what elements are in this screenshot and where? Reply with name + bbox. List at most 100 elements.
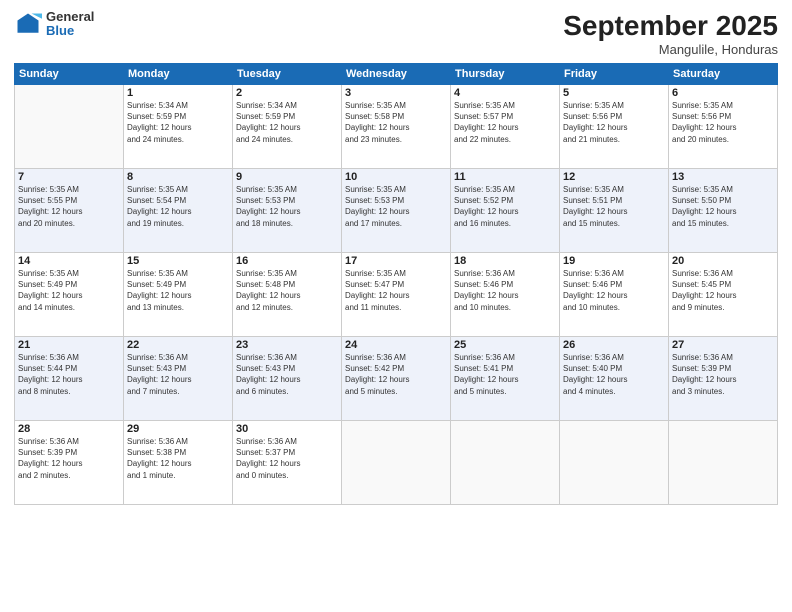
header: General Blue September 2025 Mangulile, H… (14, 10, 778, 57)
logo-text: General Blue (46, 10, 94, 39)
day-info: Sunrise: 5:35 AM Sunset: 5:52 PM Dayligh… (454, 184, 556, 229)
day-number: 5 (563, 87, 665, 99)
table-cell: 11Sunrise: 5:35 AM Sunset: 5:52 PM Dayli… (451, 169, 560, 253)
day-number: 9 (236, 171, 338, 183)
day-number: 24 (345, 339, 447, 351)
col-tuesday: Tuesday (233, 64, 342, 85)
day-number: 26 (563, 339, 665, 351)
day-number: 21 (18, 339, 120, 351)
calendar-row: 14Sunrise: 5:35 AM Sunset: 5:49 PM Dayli… (15, 253, 778, 337)
col-saturday: Saturday (669, 64, 778, 85)
table-cell (669, 421, 778, 505)
day-info: Sunrise: 5:36 AM Sunset: 5:39 PM Dayligh… (672, 352, 774, 397)
day-info: Sunrise: 5:35 AM Sunset: 5:55 PM Dayligh… (18, 184, 120, 229)
day-number: 11 (454, 171, 556, 183)
day-info: Sunrise: 5:36 AM Sunset: 5:37 PM Dayligh… (236, 436, 338, 481)
logo-general: General (46, 10, 94, 24)
calendar-header-row: Sunday Monday Tuesday Wednesday Thursday… (15, 64, 778, 85)
table-cell: 17Sunrise: 5:35 AM Sunset: 5:47 PM Dayli… (342, 253, 451, 337)
day-number: 12 (563, 171, 665, 183)
col-wednesday: Wednesday (342, 64, 451, 85)
table-cell: 25Sunrise: 5:36 AM Sunset: 5:41 PM Dayli… (451, 337, 560, 421)
table-cell: 23Sunrise: 5:36 AM Sunset: 5:43 PM Dayli… (233, 337, 342, 421)
day-number: 15 (127, 255, 229, 267)
day-info: Sunrise: 5:36 AM Sunset: 5:38 PM Dayligh… (127, 436, 229, 481)
table-cell: 27Sunrise: 5:36 AM Sunset: 5:39 PM Dayli… (669, 337, 778, 421)
calendar-row: 28Sunrise: 5:36 AM Sunset: 5:39 PM Dayli… (15, 421, 778, 505)
day-number: 17 (345, 255, 447, 267)
col-friday: Friday (560, 64, 669, 85)
day-number: 14 (18, 255, 120, 267)
day-info: Sunrise: 5:35 AM Sunset: 5:54 PM Dayligh… (127, 184, 229, 229)
day-number: 10 (345, 171, 447, 183)
day-info: Sunrise: 5:36 AM Sunset: 5:43 PM Dayligh… (236, 352, 338, 397)
table-cell: 13Sunrise: 5:35 AM Sunset: 5:50 PM Dayli… (669, 169, 778, 253)
day-info: Sunrise: 5:35 AM Sunset: 5:53 PM Dayligh… (345, 184, 447, 229)
day-number: 22 (127, 339, 229, 351)
day-number: 30 (236, 423, 338, 435)
table-cell: 6Sunrise: 5:35 AM Sunset: 5:56 PM Daylig… (669, 85, 778, 169)
table-cell: 9Sunrise: 5:35 AM Sunset: 5:53 PM Daylig… (233, 169, 342, 253)
day-info: Sunrise: 5:35 AM Sunset: 5:49 PM Dayligh… (18, 268, 120, 313)
calendar-row: 1Sunrise: 5:34 AM Sunset: 5:59 PM Daylig… (15, 85, 778, 169)
table-cell: 30Sunrise: 5:36 AM Sunset: 5:37 PM Dayli… (233, 421, 342, 505)
day-info: Sunrise: 5:36 AM Sunset: 5:40 PM Dayligh… (563, 352, 665, 397)
col-monday: Monday (124, 64, 233, 85)
day-number: 16 (236, 255, 338, 267)
table-cell: 24Sunrise: 5:36 AM Sunset: 5:42 PM Dayli… (342, 337, 451, 421)
day-info: Sunrise: 5:36 AM Sunset: 5:42 PM Dayligh… (345, 352, 447, 397)
day-info: Sunrise: 5:35 AM Sunset: 5:48 PM Dayligh… (236, 268, 338, 313)
table-cell (342, 421, 451, 505)
day-info: Sunrise: 5:35 AM Sunset: 5:49 PM Dayligh… (127, 268, 229, 313)
day-number: 18 (454, 255, 556, 267)
table-cell: 29Sunrise: 5:36 AM Sunset: 5:38 PM Dayli… (124, 421, 233, 505)
day-number: 20 (672, 255, 774, 267)
day-number: 2 (236, 87, 338, 99)
day-number: 3 (345, 87, 447, 99)
title-block: September 2025 Mangulile, Honduras (563, 10, 778, 57)
day-info: Sunrise: 5:36 AM Sunset: 5:45 PM Dayligh… (672, 268, 774, 313)
day-number: 29 (127, 423, 229, 435)
table-cell: 12Sunrise: 5:35 AM Sunset: 5:51 PM Dayli… (560, 169, 669, 253)
table-cell: 16Sunrise: 5:35 AM Sunset: 5:48 PM Dayli… (233, 253, 342, 337)
month-title: September 2025 (563, 10, 778, 42)
day-number: 4 (454, 87, 556, 99)
day-number: 28 (18, 423, 120, 435)
table-cell: 28Sunrise: 5:36 AM Sunset: 5:39 PM Dayli… (15, 421, 124, 505)
day-info: Sunrise: 5:35 AM Sunset: 5:57 PM Dayligh… (454, 100, 556, 145)
logo: General Blue (14, 10, 94, 39)
table-cell: 7Sunrise: 5:35 AM Sunset: 5:55 PM Daylig… (15, 169, 124, 253)
table-cell: 14Sunrise: 5:35 AM Sunset: 5:49 PM Dayli… (15, 253, 124, 337)
logo-icon (14, 10, 42, 38)
table-cell (451, 421, 560, 505)
day-number: 8 (127, 171, 229, 183)
table-cell: 18Sunrise: 5:36 AM Sunset: 5:46 PM Dayli… (451, 253, 560, 337)
day-info: Sunrise: 5:36 AM Sunset: 5:46 PM Dayligh… (563, 268, 665, 313)
day-number: 6 (672, 87, 774, 99)
day-info: Sunrise: 5:36 AM Sunset: 5:39 PM Dayligh… (18, 436, 120, 481)
logo-blue: Blue (46, 24, 94, 38)
calendar-row: 21Sunrise: 5:36 AM Sunset: 5:44 PM Dayli… (15, 337, 778, 421)
day-info: Sunrise: 5:35 AM Sunset: 5:47 PM Dayligh… (345, 268, 447, 313)
day-info: Sunrise: 5:35 AM Sunset: 5:50 PM Dayligh… (672, 184, 774, 229)
day-number: 1 (127, 87, 229, 99)
day-info: Sunrise: 5:35 AM Sunset: 5:53 PM Dayligh… (236, 184, 338, 229)
location: Mangulile, Honduras (563, 42, 778, 57)
day-info: Sunrise: 5:36 AM Sunset: 5:46 PM Dayligh… (454, 268, 556, 313)
day-number: 23 (236, 339, 338, 351)
day-number: 27 (672, 339, 774, 351)
table-cell: 21Sunrise: 5:36 AM Sunset: 5:44 PM Dayli… (15, 337, 124, 421)
table-cell: 20Sunrise: 5:36 AM Sunset: 5:45 PM Dayli… (669, 253, 778, 337)
table-cell: 4Sunrise: 5:35 AM Sunset: 5:57 PM Daylig… (451, 85, 560, 169)
calendar-row: 7Sunrise: 5:35 AM Sunset: 5:55 PM Daylig… (15, 169, 778, 253)
day-info: Sunrise: 5:35 AM Sunset: 5:56 PM Dayligh… (672, 100, 774, 145)
day-info: Sunrise: 5:35 AM Sunset: 5:58 PM Dayligh… (345, 100, 447, 145)
table-cell: 2Sunrise: 5:34 AM Sunset: 5:59 PM Daylig… (233, 85, 342, 169)
day-info: Sunrise: 5:36 AM Sunset: 5:43 PM Dayligh… (127, 352, 229, 397)
day-info: Sunrise: 5:36 AM Sunset: 5:44 PM Dayligh… (18, 352, 120, 397)
day-info: Sunrise: 5:35 AM Sunset: 5:51 PM Dayligh… (563, 184, 665, 229)
day-number: 7 (18, 171, 120, 183)
table-cell: 3Sunrise: 5:35 AM Sunset: 5:58 PM Daylig… (342, 85, 451, 169)
day-number: 19 (563, 255, 665, 267)
day-number: 25 (454, 339, 556, 351)
